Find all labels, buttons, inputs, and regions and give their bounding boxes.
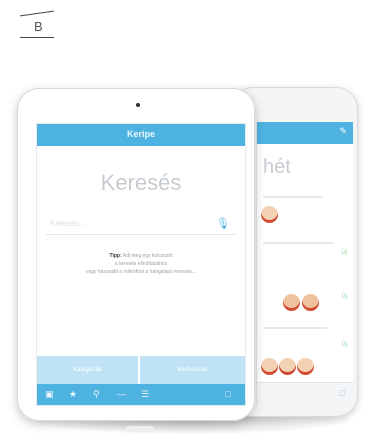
recipe-thumbnail[interactable] <box>261 358 278 375</box>
microphone-icon[interactable]: 🎙 <box>216 217 230 230</box>
hint-label: Tipp: <box>109 253 122 259</box>
list-icon[interactable]: ☰ <box>141 389 149 400</box>
star-icon[interactable]: ★ <box>69 389 77 400</box>
home-icon[interactable]: ▣ <box>45 389 54 400</box>
recipe-thumbnail[interactable] <box>297 358 314 375</box>
status-badge: Új <box>341 294 347 300</box>
recipe-thumbnail[interactable] <box>302 294 319 311</box>
label-bottom-line <box>20 37 54 38</box>
categories-button[interactable]: Kategóriák <box>37 356 138 384</box>
status-badge: Új <box>341 342 347 348</box>
hint-line-3: vagy használd a mikrofont a hangalapú ke… <box>85 269 197 275</box>
favorites-button[interactable]: Kedvencek <box>140 356 245 384</box>
hint-line-2: a keresés elindításához <box>114 261 168 267</box>
front-tablet-screen: Keripe Keresés Keresés... 🎙 Tipp: Adj me… <box>36 123 246 406</box>
home-button[interactable] <box>126 426 154 432</box>
action-buttons: Kategóriák Kedvencek <box>37 356 245 384</box>
label-top-line <box>20 10 54 17</box>
app-title: Keripe <box>126 129 155 139</box>
list-divider <box>263 242 333 244</box>
edit-icon[interactable]: ✎ <box>339 126 347 137</box>
back-tablet-screen: ✎ hét Új Új Új □ <box>256 122 353 405</box>
list-divider <box>263 196 323 198</box>
back-app-bar: ✎ <box>257 122 353 144</box>
recipe-thumbnail[interactable] <box>283 294 300 311</box>
hint-text: Adj meg egy kulcsszót <box>121 253 173 259</box>
list-divider <box>263 327 327 329</box>
back-heading: hét <box>263 156 291 178</box>
app-bar: Keripe <box>37 124 245 146</box>
search-placeholder: Keresés... <box>50 219 87 228</box>
filter-icon[interactable]: ⚲ <box>93 389 100 400</box>
status-badge: Új <box>341 250 347 256</box>
figure-letter: B <box>34 19 43 34</box>
square-icon[interactable]: □ <box>340 388 345 398</box>
minus-icon[interactable]: — <box>117 389 126 399</box>
back-app-footer: □ <box>257 382 353 405</box>
search-input[interactable]: Keresés... 🎙 <box>46 216 236 235</box>
recipe-thumbnail[interactable] <box>279 358 296 375</box>
camera-icon <box>136 103 140 107</box>
hint-line-1: Tipp: Adj meg egy kulcsszót <box>57 252 225 260</box>
bottom-toolbar: ▣ ★ ⚲ — ☰ □ <box>37 384 245 405</box>
recipe-thumbnail[interactable] <box>261 206 278 223</box>
page-title: Keresés <box>100 170 182 195</box>
square-icon[interactable]: □ <box>225 389 230 399</box>
